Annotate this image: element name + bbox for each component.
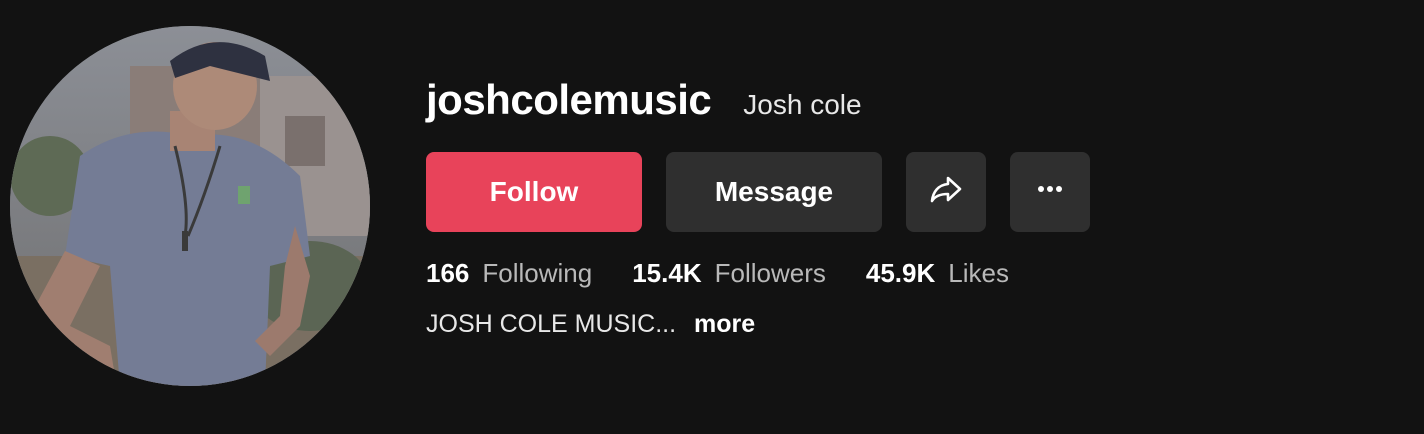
- followers-label: Followers: [714, 258, 826, 288]
- bio-more-link[interactable]: more: [694, 310, 755, 339]
- likes-stat: 45.9K Likes: [866, 258, 1009, 289]
- likes-count: 45.9K: [865, 258, 936, 288]
- following-label: Following: [482, 258, 593, 288]
- nickname: Josh cole: [743, 89, 862, 120]
- action-buttons: Follow Message: [426, 152, 1090, 232]
- profile-stats: 166 Following 15.4K Followers 45.9K Like…: [426, 258, 1090, 292]
- share-button[interactable]: [906, 152, 986, 232]
- username: joshcolemusic: [426, 76, 712, 123]
- share-arrow-icon: [928, 171, 964, 214]
- avatar-photo: [10, 26, 370, 386]
- follow-button[interactable]: Follow: [426, 152, 642, 232]
- profile-header: joshcolemusic Josh cole Follow Message 1…: [0, 0, 1424, 434]
- avatar[interactable]: [10, 26, 370, 386]
- ellipsis-icon: [1032, 171, 1068, 214]
- name-row: joshcolemusic Josh cole: [426, 70, 1090, 130]
- following-stat[interactable]: 166 Following: [426, 258, 592, 289]
- followers-stat[interactable]: 15.4K Followers: [632, 258, 826, 289]
- bio: JOSH COLE MUSIC... more: [426, 310, 1090, 339]
- likes-label: Likes: [948, 258, 1009, 288]
- following-count: 166: [426, 258, 470, 288]
- message-button[interactable]: Message: [666, 152, 882, 232]
- bio-text: JOSH COLE MUSIC...: [426, 310, 677, 338]
- profile-info: joshcolemusic Josh cole Follow Message 1…: [426, 70, 1090, 339]
- followers-count: 15.4K: [632, 258, 702, 288]
- more-options-button[interactable]: [1010, 152, 1090, 232]
